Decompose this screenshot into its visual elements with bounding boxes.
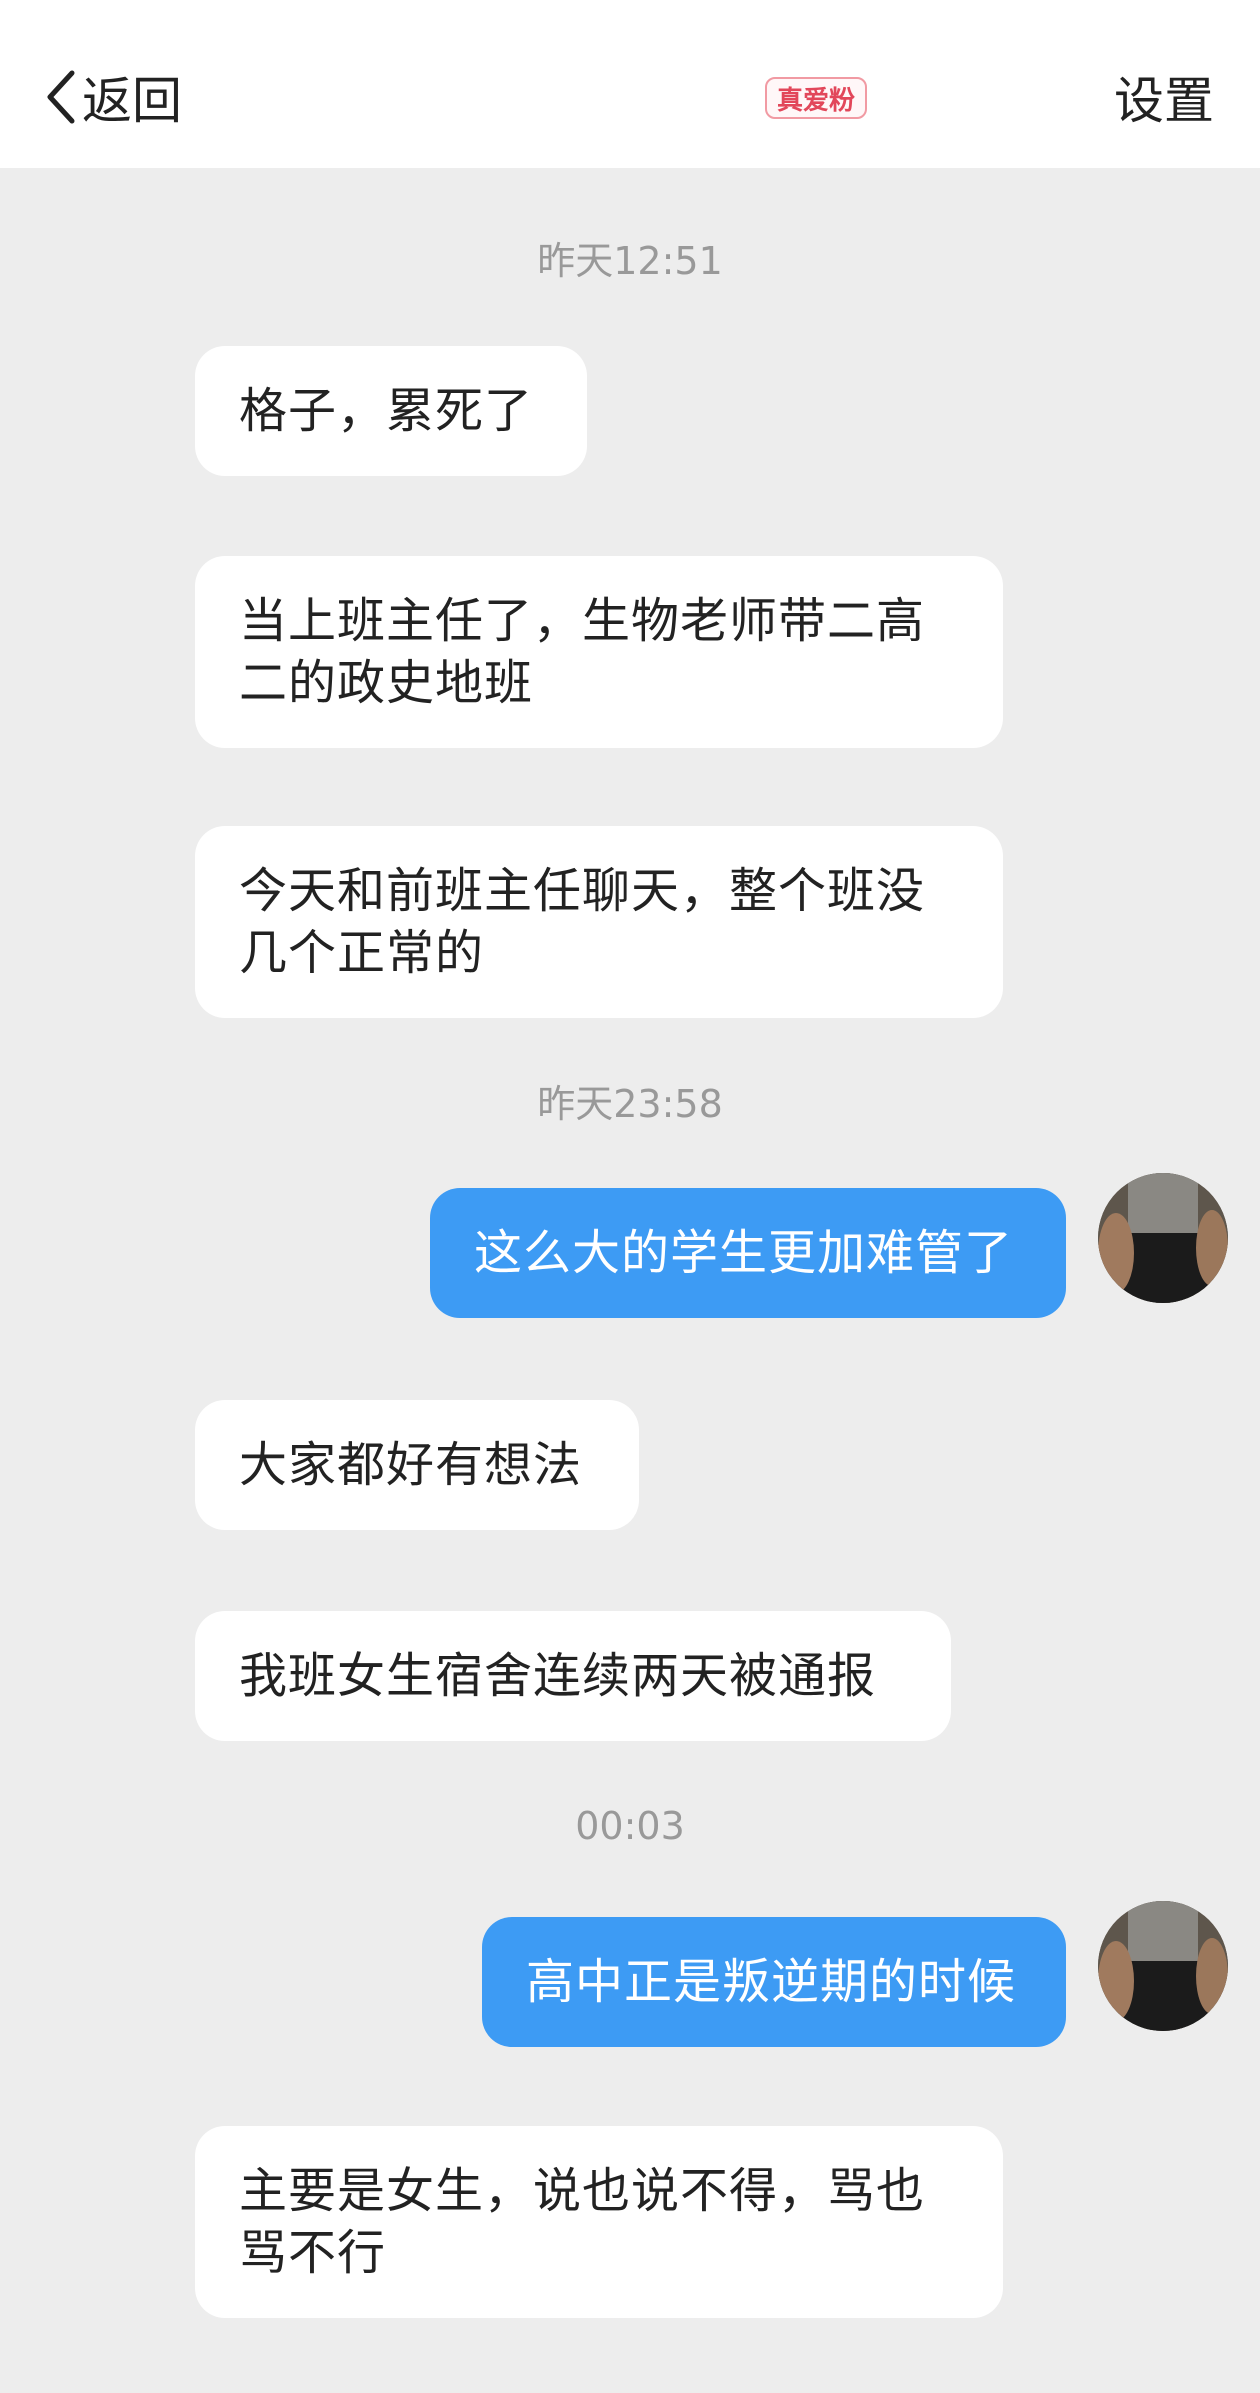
fan-badge: 真爱粉 (765, 77, 867, 119)
message-text-line: 今天和前班主任聊天，整个班没 (239, 863, 926, 919)
message-text-line: 当上班主任了，生物老师带二高 (239, 593, 926, 649)
message-text-line: 骂不行 (239, 2225, 387, 2281)
message-text: 格子，累死了 (239, 383, 534, 439)
message-text: 大家都好有想法 (239, 1437, 583, 1493)
back-label: 返回 (82, 72, 182, 130)
incoming-message[interactable]: 我班女生宿舍连续两天被通报 (195, 1611, 951, 1741)
timestamp: 00:03 (575, 1804, 685, 1848)
incoming-message[interactable]: 大家都好有想法 (195, 1400, 639, 1530)
avatar[interactable] (1098, 1173, 1228, 1303)
message-text-line: 主要是女生，说也说不得，骂也 (239, 2163, 926, 2219)
outgoing-message[interactable]: 高中正是叛逆期的时候 (482, 1917, 1066, 2047)
chevron-left-icon (47, 70, 75, 124)
settings-button[interactable]: 设置 (1114, 62, 1214, 132)
top-nav-bar: 返回 真爱粉 设置 (0, 0, 1260, 168)
message-text: 我班女生宿舍连续两天被通报 (239, 1648, 877, 1704)
user-avatar-image (1098, 1901, 1228, 2031)
incoming-message[interactable]: 格子，累死了 (195, 346, 587, 476)
avatar[interactable] (1098, 1901, 1228, 2031)
incoming-message[interactable]: 主要是女生，说也说不得，骂也 骂不行 (195, 2126, 1003, 2318)
message-text-line: 二的政史地班 (239, 655, 534, 711)
incoming-message[interactable]: 当上班主任了，生物老师带二高 二的政史地班 (195, 556, 1003, 748)
message-text: 高中正是叛逆期的时候 (526, 1954, 1017, 2010)
back-button[interactable]: 返回 (44, 62, 182, 132)
incoming-message[interactable]: 今天和前班主任聊天，整个班没 几个正常的 (195, 826, 1003, 1018)
message-text-line: 几个正常的 (239, 925, 485, 981)
outgoing-message[interactable]: 这么大的学生更加难管了 (430, 1188, 1066, 1318)
message-text: 这么大的学生更加难管了 (474, 1225, 1014, 1281)
chat-area: 昨天12:51 格子，累死了 当上班主任了，生物老师带二高 二的政史地班 今天和… (0, 168, 1260, 2393)
timestamp: 昨天23:58 (537, 1082, 723, 1126)
timestamp: 昨天12:51 (537, 239, 723, 283)
user-avatar-image (1098, 1173, 1228, 1303)
